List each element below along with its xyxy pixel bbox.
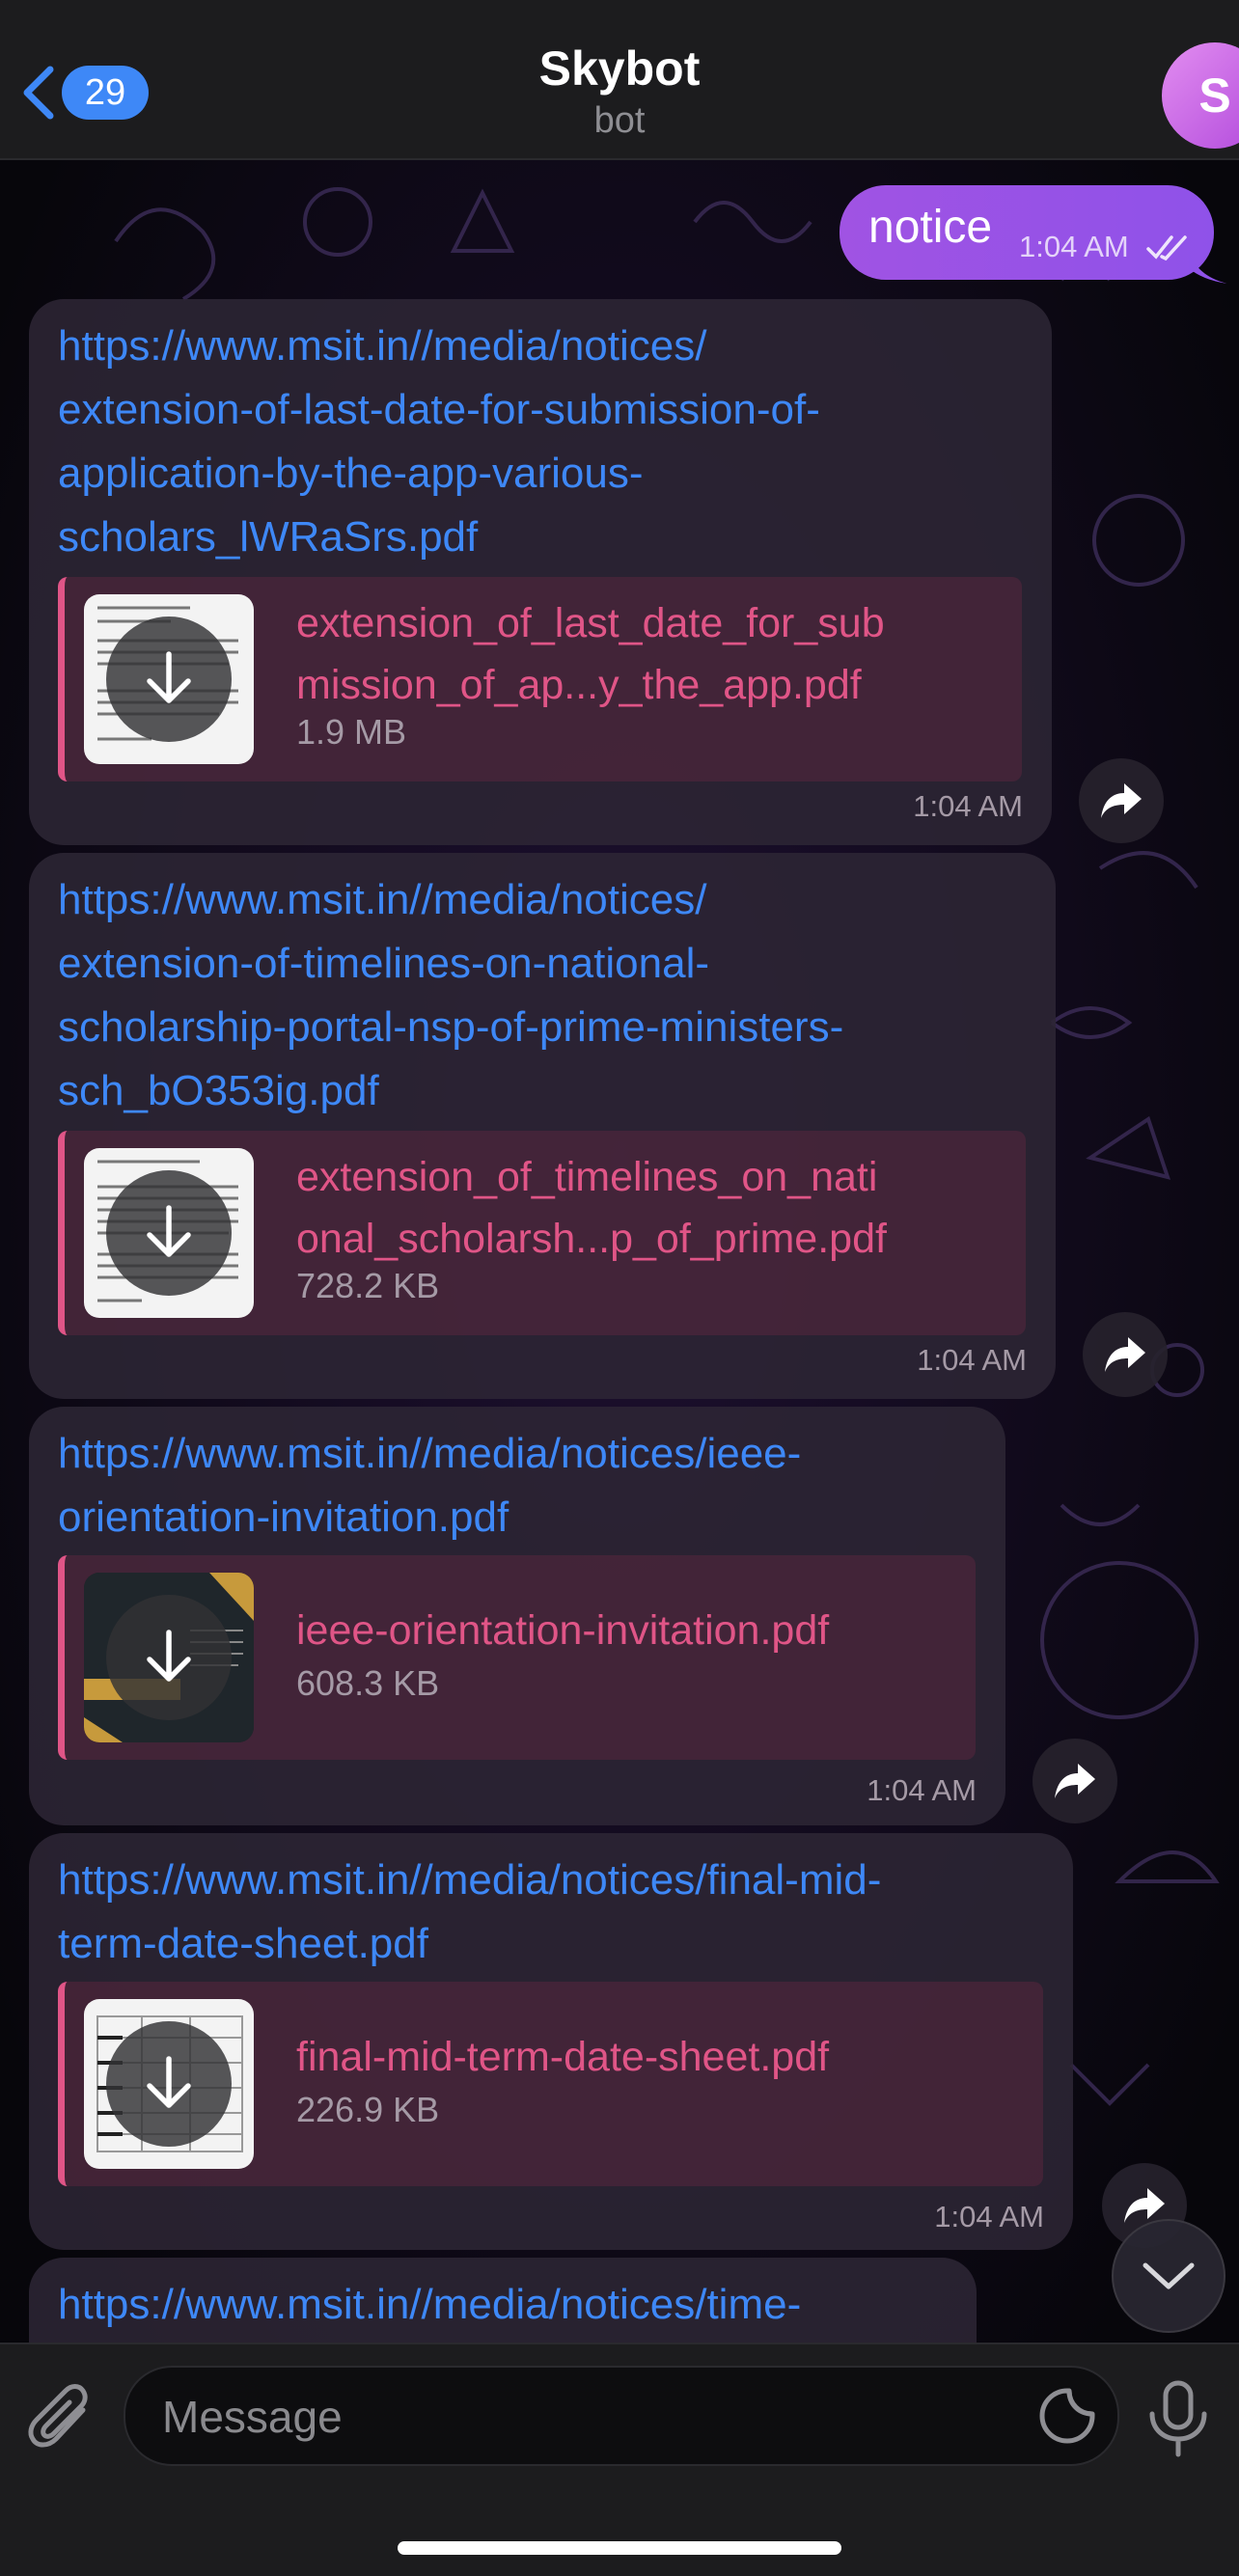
forward-icon [1105, 1337, 1145, 1372]
file-thumbnail [84, 1573, 254, 1742]
file-size: 226.9 KB [296, 2090, 440, 2129]
forward-button[interactable] [1032, 1739, 1117, 1823]
paperclip-icon[interactable] [27, 2381, 96, 2456]
incoming-message[interactable]: https://www.msit.in//media/notices/final… [29, 1833, 1073, 2250]
chat-subtitle: bot [593, 100, 646, 141]
forward-icon [1055, 1764, 1095, 1798]
outgoing-message[interactable]: notice 1:04 AM [840, 185, 1214, 280]
outgoing-bubble-tail [1189, 251, 1227, 284]
message-field[interactable] [124, 2366, 1119, 2466]
incoming-message[interactable]: https://www.msit.in//media/notices/ exte… [29, 853, 1056, 1399]
sticker-icon[interactable] [1036, 2385, 1098, 2447]
forward-button[interactable] [1079, 758, 1164, 843]
outgoing-message-time: 1:04 AM [1019, 230, 1129, 263]
message-time: 1:04 AM [867, 1773, 977, 1807]
forward-icon [1101, 783, 1142, 818]
download-button[interactable] [106, 1595, 232, 1720]
microphone-icon[interactable] [1144, 2379, 1212, 2458]
file-size: 1.9 MB [296, 712, 407, 752]
incoming-message[interactable]: https://www.msit.in//media/notices/ exte… [29, 299, 1052, 845]
chevron-down-icon [1143, 2262, 1195, 2289]
message-input[interactable] [160, 2368, 1013, 2466]
message-input-bar [0, 2343, 1239, 2576]
file-attachment[interactable]: extension_of_last_date_for_sub mission_o… [58, 577, 1022, 781]
message-link[interactable]: https://www.msit.in//media/notices/time- [58, 2273, 957, 2337]
download-arrow-icon [147, 1630, 191, 1682]
incoming-message[interactable]: https://www.msit.in//media/notices/time- [29, 2258, 977, 2343]
message-link[interactable]: https://www.msit.in//media/notices/final… [58, 1849, 1054, 1976]
download-arrow-icon [147, 2056, 191, 2108]
message-link[interactable]: https://www.msit.in//media/notices/ieee-… [58, 1422, 986, 1549]
file-thumbnail [84, 1999, 254, 2169]
forward-button[interactable] [1083, 1312, 1168, 1397]
download-arrow-icon [147, 651, 191, 703]
file-name: extension_of_last_date_for_sub mission_o… [296, 600, 885, 708]
incoming-message[interactable]: https://www.msit.in//media/notices/ieee-… [29, 1407, 1005, 1825]
scroll-to-bottom-button[interactable] [1112, 2219, 1225, 2333]
file-attachment[interactable]: ieee-orientation-invitation.pdf 608.3 KB [58, 1555, 976, 1760]
double-check-icon [1146, 235, 1187, 260]
message-link[interactable]: https://www.msit.in//media/notices/ exte… [58, 315, 1032, 569]
file-name: ieee-orientation-invitation.pdf [296, 1607, 830, 1654]
file-thumbnail [84, 594, 254, 764]
message-time: 1:04 AM [917, 1343, 1027, 1377]
chat-title[interactable]: Skybot [0, 41, 1239, 96]
chat-header: 29 Skybot bot S [0, 0, 1239, 160]
message-time: 1:04 AM [913, 789, 1023, 823]
outgoing-message-text: notice [868, 202, 993, 253]
download-button[interactable] [106, 617, 232, 742]
file-size: 728.2 KB [296, 1266, 440, 1305]
message-link[interactable]: https://www.msit.in//media/notices/ exte… [58, 868, 1036, 1123]
file-thumbnail [84, 1148, 254, 1318]
download-button[interactable] [106, 2021, 232, 2147]
download-button[interactable] [106, 1170, 232, 1296]
file-name: final-mid-term-date-sheet.pdf [296, 2034, 830, 2080]
file-size: 608.3 KB [296, 1663, 440, 1703]
file-attachment[interactable]: extension_of_timelines_on_nati onal_scho… [58, 1131, 1026, 1335]
home-indicator [398, 2541, 841, 2555]
message-time: 1:04 AM [934, 2200, 1044, 2233]
file-name: extension_of_timelines_on_nati onal_scho… [296, 1154, 887, 1262]
message-list[interactable]: notice 1:04 AM https://www.msit.in//medi… [0, 158, 1239, 2343]
download-arrow-icon [147, 1205, 191, 1257]
file-attachment[interactable]: final-mid-term-date-sheet.pdf 226.9 KB [58, 1982, 1043, 2186]
